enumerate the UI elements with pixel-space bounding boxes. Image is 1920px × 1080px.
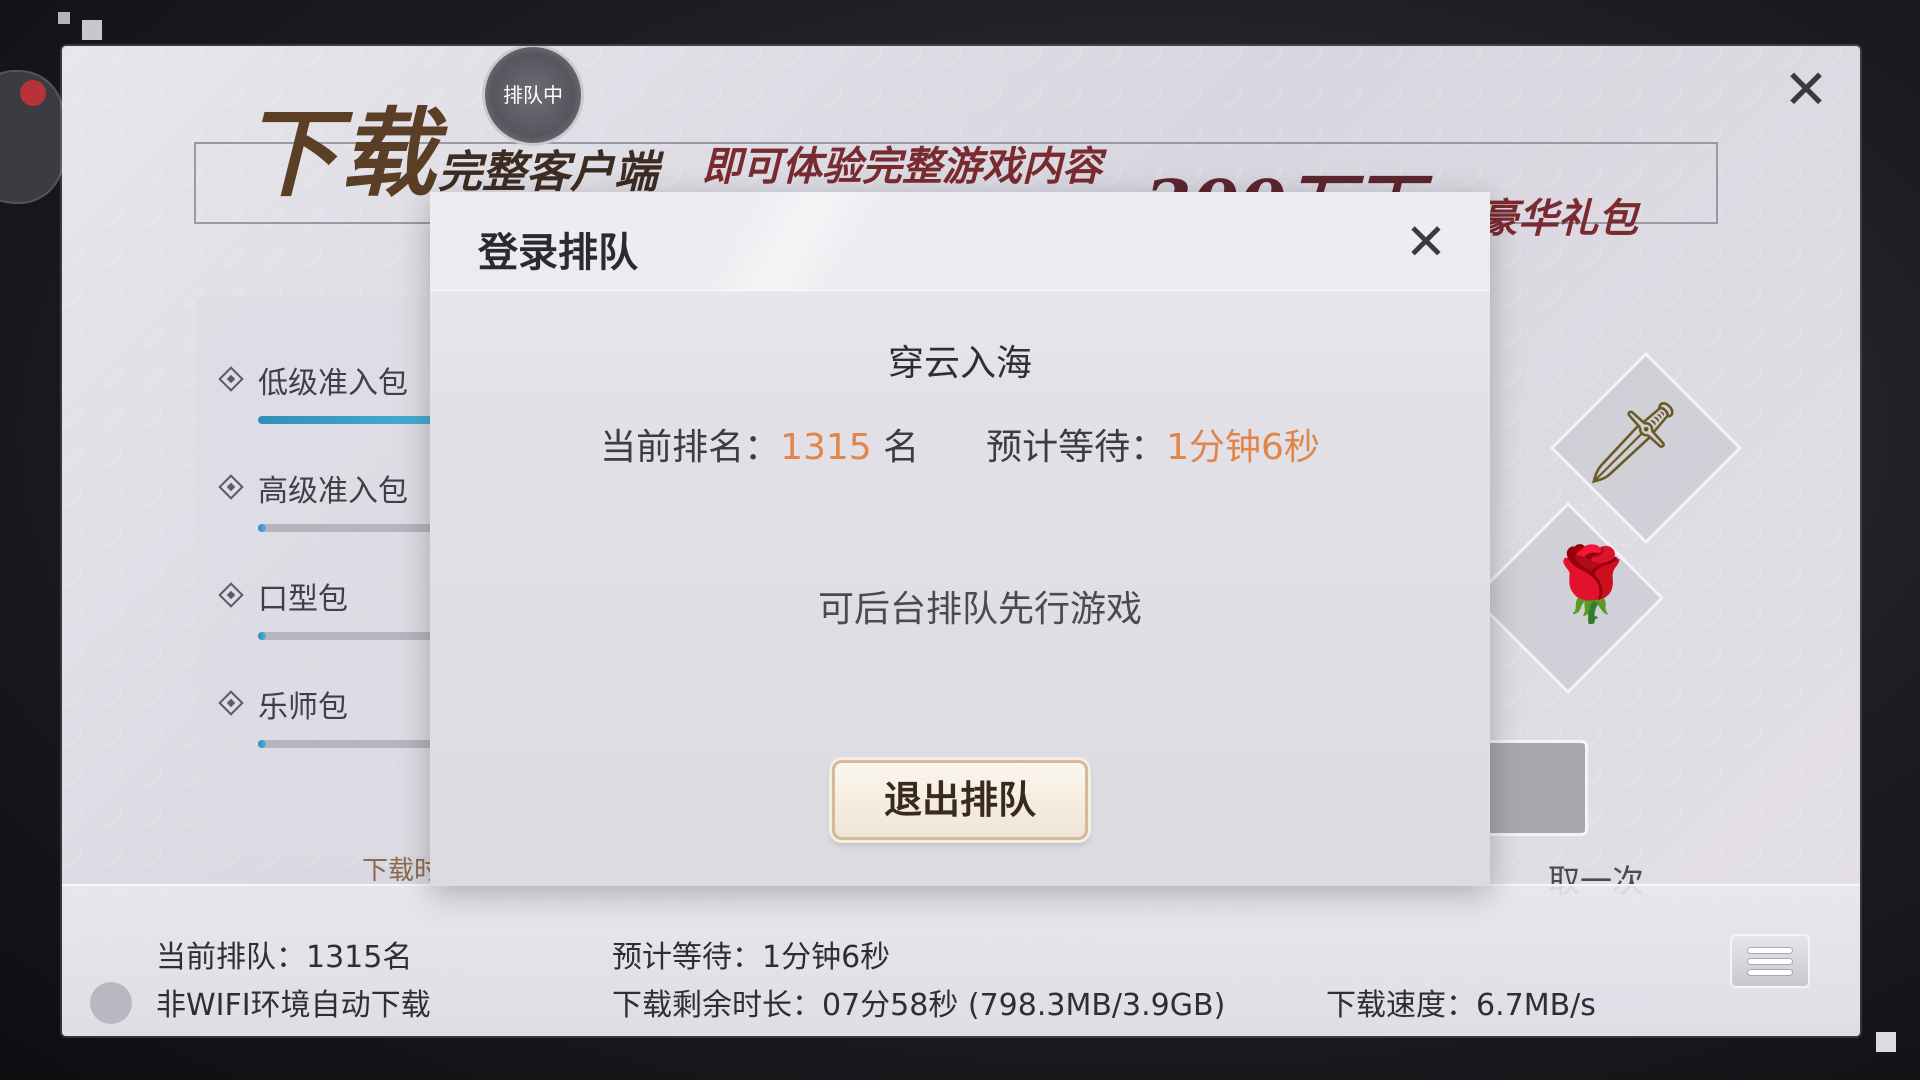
package-label: 高级准入包: [258, 474, 408, 509]
menu-line: [1748, 958, 1792, 964]
package-label: 乐师包: [258, 690, 348, 725]
package-label: 口型包: [258, 582, 348, 617]
corner-decoration: [1876, 1032, 1896, 1052]
queue-status-badge: 排队中: [482, 46, 584, 146]
wait-value: 1分钟6秒: [1166, 427, 1320, 468]
diamond-icon: [218, 366, 244, 392]
menu-button[interactable]: [1730, 934, 1810, 988]
queue-rank-line: 当前排名：1315 名 预计等待：1分钟6秒: [430, 418, 1490, 470]
reward-item-slot[interactable]: [1482, 740, 1588, 836]
mascot-avatar[interactable]: [0, 70, 64, 204]
progress-bar: [258, 740, 458, 748]
diamond-icon: [218, 474, 244, 500]
diamond-icon: [218, 582, 244, 608]
download-speed-text: 下载速度：6.7MB/s: [1326, 988, 1596, 1023]
progress-bar: [258, 632, 458, 640]
header-decoration: [680, 192, 980, 290]
progress-fill: [258, 416, 458, 424]
package-item[interactable]: 乐师包: [218, 682, 458, 772]
rank-value: 1315: [780, 427, 872, 468]
exit-queue-button[interactable]: 退出排队: [832, 760, 1088, 840]
progress-fill: [258, 632, 266, 640]
banner-subtitle: 即可体验完整游戏内容: [702, 143, 1102, 190]
progress-bar: [258, 524, 458, 532]
close-icon[interactable]: ✕: [1778, 62, 1834, 118]
corner-decoration: [58, 12, 70, 24]
corner-decoration: [82, 20, 102, 40]
banner-gift: 豪华礼包: [1478, 195, 1638, 242]
remaining-time-text: 下载剩余时长：07分58秒 (798.3MB/3.9GB): [612, 988, 1226, 1023]
banner-title-big: 下载: [242, 97, 438, 210]
package-item[interactable]: 口型包: [218, 574, 458, 664]
menu-line: [1748, 969, 1792, 975]
background-queue-tip: 可后台排队先行游戏: [817, 589, 1142, 630]
banner-title-mid: 完整客户端: [438, 147, 658, 198]
server-name: 穿云入海: [887, 343, 1032, 384]
wait-prefix: 预计等待：: [986, 427, 1167, 468]
horn-item-icon: 🗡: [1582, 396, 1684, 489]
progress-bar: [258, 416, 458, 424]
rank-prefix: 当前排名：: [600, 427, 781, 468]
rose-item-icon: 🌹: [1546, 542, 1636, 626]
status-bar: 当前排队：1315名 预计等待：1分钟6秒 非WIFI环境自动下载 下载剩余时长…: [62, 884, 1860, 1036]
package-item[interactable]: 高级准入包: [218, 466, 458, 556]
dialog-header: 登录排队 ✕: [430, 192, 1490, 291]
package-item[interactable]: 低级准入包: [218, 358, 458, 448]
progress-fill: [258, 524, 266, 532]
rank-suffix: 名: [883, 427, 920, 468]
estimated-wait-text: 预计等待：1分钟6秒: [612, 940, 891, 975]
auto-download-toggle[interactable]: [90, 982, 132, 1024]
dialog-title: 登录排队: [478, 230, 638, 276]
auto-download-label: 非WIFI环境自动下载: [156, 988, 431, 1023]
close-icon[interactable]: ✕: [1398, 214, 1454, 270]
diamond-icon: [218, 690, 244, 716]
login-queue-dialog: 登录排队 ✕ 穿云入海 当前排名：1315 名 预计等待：1分钟6秒 可后台排队…: [430, 192, 1490, 886]
progress-fill: [258, 740, 266, 748]
package-list: 低级准入包 高级准入包 口型包 乐师包: [196, 296, 458, 856]
package-label: 低级准入包: [258, 366, 408, 401]
queue-position-text: 当前排队：1315名: [156, 940, 413, 975]
menu-line: [1748, 947, 1792, 953]
